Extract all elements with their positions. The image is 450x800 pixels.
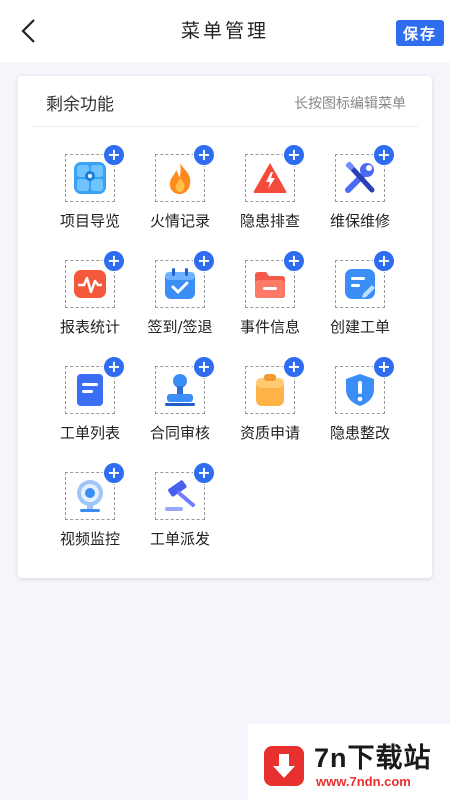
- menu-item-label: 工单列表: [59, 424, 120, 442]
- menu-item-label: 创建工单: [329, 318, 390, 336]
- menu-item-contract-review[interactable]: + 合同审核: [135, 356, 225, 466]
- menu-item-project-guide[interactable]: + 项目导览: [45, 144, 135, 254]
- add-button[interactable]: +: [283, 250, 305, 272]
- card-header: 剩余功能 长按图标编辑菜单: [32, 76, 418, 127]
- menu-item-label: 事件信息: [239, 318, 300, 336]
- menu-item-create-order[interactable]: + 创建工单: [315, 250, 405, 360]
- page-title: 菜单管理: [180, 20, 269, 42]
- menu-item-hazard-rectify[interactable]: + 隐患整改: [315, 356, 405, 466]
- menu-item-label: 工单派发: [149, 530, 210, 548]
- menu-item-label: 合同审核: [149, 424, 210, 442]
- card-hint: 长按图标编辑菜单: [294, 96, 406, 112]
- add-button[interactable]: +: [193, 144, 215, 166]
- calendar-check-icon: [165, 268, 195, 299]
- menu-item-fire-record[interactable]: + 火情记录: [135, 144, 225, 254]
- menu-item-maintenance[interactable]: + 维保维修: [315, 144, 405, 254]
- menu-item-label: 资质申请: [239, 424, 300, 442]
- watermark: 7n下载站 www.7ndn.com: [248, 724, 450, 800]
- menu-item-label: 隐患整改: [329, 424, 390, 442]
- download-logo-icon: [264, 746, 304, 786]
- menu-item-label: 火情记录: [149, 212, 210, 230]
- add-button[interactable]: +: [283, 356, 305, 378]
- pulse-chart-icon: [74, 270, 106, 298]
- flame-icon: [169, 163, 191, 194]
- menu-item-report-stats[interactable]: + 报表统计: [45, 250, 135, 360]
- menu-item-qualification-apply[interactable]: + 资质申请: [225, 356, 315, 466]
- save-button[interactable]: 保存: [396, 20, 444, 46]
- menu-item-hazard-check[interactable]: + 隐患排查: [225, 144, 315, 254]
- menu-item-order-dispatch[interactable]: + 工单派发: [135, 462, 225, 572]
- menu-item-video-monitor[interactable]: + 视频监控: [45, 462, 135, 572]
- add-button[interactable]: +: [373, 250, 395, 272]
- wrench-screwdriver-icon: [345, 161, 375, 193]
- add-button[interactable]: +: [103, 144, 125, 166]
- menu-item-label: 项目导览: [59, 212, 120, 230]
- add-button[interactable]: +: [103, 462, 125, 484]
- remaining-functions-card: 剩余功能 长按图标编辑菜单 + 项目导览 + 火情记录 + 隐患排查 + 维保维…: [18, 76, 432, 578]
- add-button[interactable]: +: [103, 250, 125, 272]
- add-button[interactable]: +: [193, 462, 215, 484]
- add-button[interactable]: +: [283, 144, 305, 166]
- menu-item-event-info[interactable]: + 事件信息: [225, 250, 315, 360]
- add-button[interactable]: +: [193, 356, 215, 378]
- warning-triangle-icon: [253, 163, 287, 193]
- webcam-icon: [77, 480, 103, 512]
- add-button[interactable]: +: [373, 356, 395, 378]
- shield-alert-icon: [346, 374, 374, 406]
- folder-icon: [255, 272, 285, 298]
- menu-item-label: 维保维修: [329, 212, 390, 230]
- function-grid: + 项目导览 + 火情记录 + 隐患排查 + 维保维修 + 报表统计 + 签到/…: [18, 144, 450, 572]
- stamp-icon: [165, 374, 195, 406]
- menu-item-label: 隐患排查: [239, 212, 300, 230]
- menu-item-label: 视频监控: [59, 530, 120, 548]
- map-grid-icon: [74, 162, 106, 194]
- menu-item-check-in-out[interactable]: + 签到/签退: [135, 250, 225, 360]
- add-button[interactable]: +: [103, 356, 125, 378]
- list-document-icon: [77, 374, 103, 406]
- menu-item-label: 报表统计: [59, 318, 120, 336]
- watermark-title: 7n下载站: [314, 743, 432, 773]
- add-button[interactable]: +: [373, 144, 395, 166]
- app-header: 菜单管理 保存: [0, 0, 450, 62]
- gavel-icon: [165, 480, 195, 511]
- card-title: 剩余功能: [46, 95, 114, 115]
- menu-item-order-list[interactable]: + 工单列表: [45, 356, 135, 466]
- edit-document-icon: [345, 269, 375, 299]
- menu-item-label: 签到/签退: [147, 318, 213, 336]
- clipboard-icon: [256, 374, 284, 406]
- watermark-url: www.7ndn.com: [316, 774, 411, 789]
- add-button[interactable]: +: [193, 250, 215, 272]
